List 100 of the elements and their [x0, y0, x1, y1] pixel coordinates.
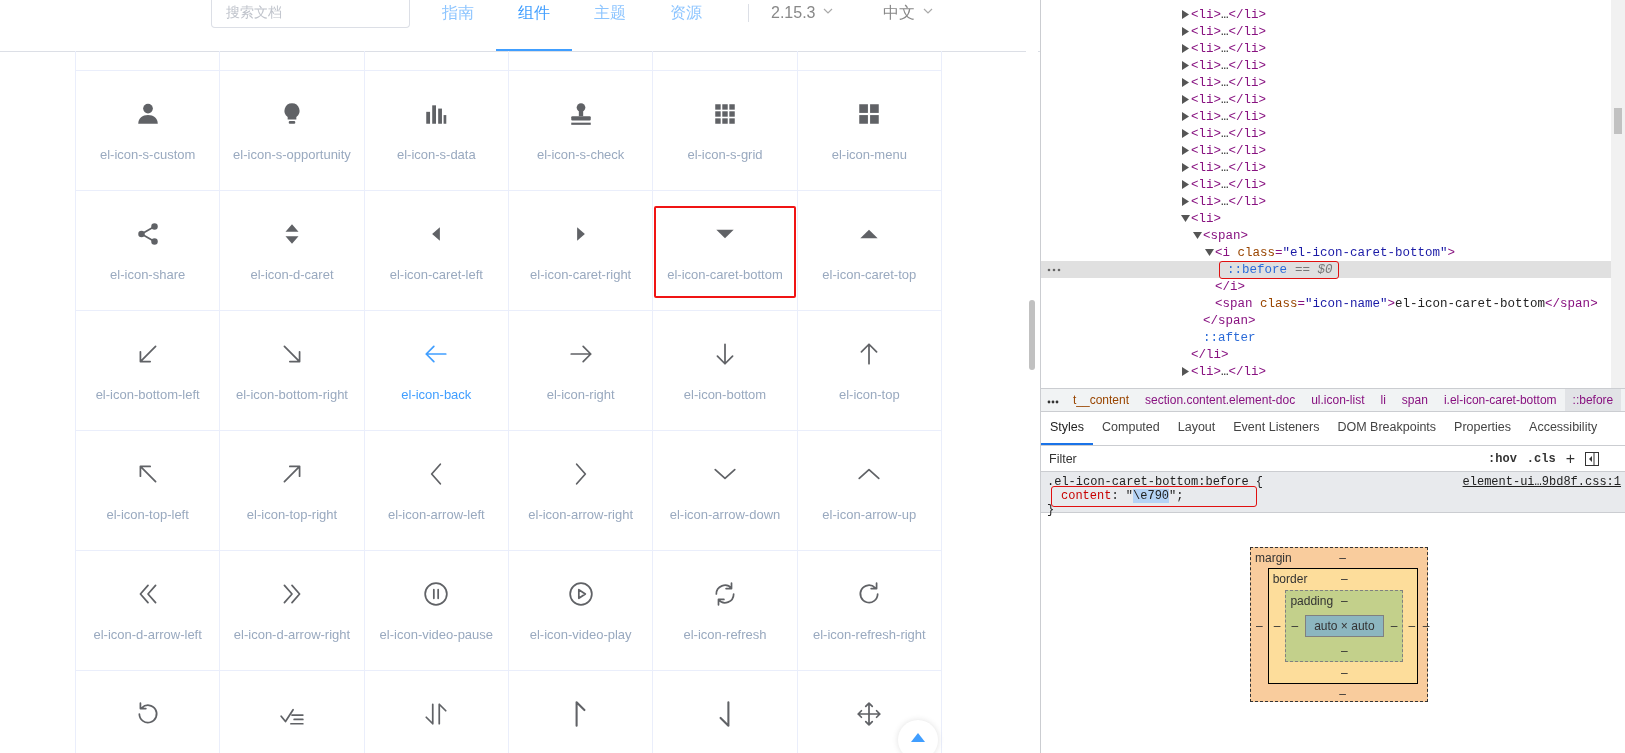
code-line[interactable]: <li>…</li>: [1191, 109, 1267, 124]
breadcrumb[interactable]: i.el-icon-caret-bottom: [1435, 389, 1565, 411]
search-field[interactable]: 搜索文档: [211, 0, 410, 28]
expand-arrow-icon[interactable]: [1181, 27, 1189, 36]
expand-arrow-icon[interactable]: [1181, 180, 1189, 189]
code-line[interactable]: <li>…</li>: [1191, 160, 1267, 175]
icon-name: el-icon-bottom: [683, 387, 767, 402]
collapse-arrow-icon[interactable]: [1204, 249, 1214, 256]
chevron-down-icon: [823, 8, 834, 14]
source-link[interactable]: element-ui…9bd8f.css:1: [1462, 475, 1621, 489]
collapse-arrow-icon[interactable]: [1180, 215, 1190, 222]
code-line[interactable]: <li>…</li>: [1191, 58, 1267, 73]
icon-name: el-icon-s-grid: [687, 147, 763, 162]
panel-tab[interactable]: Properties: [1445, 412, 1521, 445]
expand-arrow-icon[interactable]: [1181, 44, 1189, 53]
box-value: –: [1339, 687, 1347, 701]
breadcrumb[interactable]: span: [1393, 389, 1436, 411]
icon-name: el-icon-s-custom: [100, 147, 196, 162]
toolbar-button[interactable]: +: [1565, 449, 1575, 468]
code-line[interactable]: ::before: [1227, 262, 1287, 277]
css-selector: .el-icon-caret-bottom:before {: [1047, 475, 1264, 489]
caret-up-icon: [911, 733, 925, 742]
code-line[interactable]: <i class="el-icon-caret-bottom">: [1215, 245, 1456, 260]
code-line[interactable]: <li>…</li>: [1191, 177, 1267, 192]
box-label: margin: [1255, 550, 1292, 567]
breadcrumb[interactable]: ul.icon-list: [1303, 389, 1373, 411]
back-to-top-button[interactable]: [898, 720, 938, 753]
content-size: auto × auto: [1305, 615, 1384, 637]
expand-arrow-icon[interactable]: [1181, 78, 1189, 87]
code-line[interactable]: <li>…</li>: [1191, 7, 1267, 22]
expand-arrow-icon[interactable]: [1181, 129, 1189, 138]
toolbar-button[interactable]: .cls: [1526, 451, 1556, 466]
icon-name: el-icon-d-caret: [250, 267, 334, 282]
play-icon: [567, 581, 594, 607]
expand-arrow-icon[interactable]: [1181, 10, 1189, 19]
panel-tab[interactable]: Accessibility: [1520, 412, 1607, 445]
code-line[interactable]: </li>: [1191, 347, 1229, 362]
toolbar-button[interactable]: :hov: [1488, 451, 1517, 466]
box-value: –: [1341, 644, 1348, 658]
box-value: –: [1407, 619, 1417, 633]
code-line[interactable]: <li>: [1191, 211, 1222, 226]
breadcrumb[interactable]: section.content.element-doc: [1137, 389, 1304, 411]
chevron-down-icon: [923, 8, 934, 14]
sidebar-toggle-icon[interactable]: [1585, 451, 1599, 466]
code-line[interactable]: <li>…</li>: [1191, 24, 1267, 39]
expand-arrow-icon[interactable]: [1181, 367, 1189, 376]
code-line[interactable]: </i>: [1215, 279, 1246, 294]
grid-icon: [712, 101, 738, 127]
breadcrumb[interactable]: li: [1372, 389, 1394, 411]
icon-name: el-icon-arrow-left: [387, 507, 485, 522]
panel-tab[interactable]: Computed: [1093, 412, 1169, 445]
css-declaration[interactable]: content: "\e790";: [1061, 489, 1184, 503]
code-line[interactable]: <li>…</li>: [1191, 41, 1267, 56]
code-line[interactable]: <span class="icon-name">el-icon-caret-bottom</span>: [1215, 296, 1598, 311]
code-line[interactable]: <li>…</li>: [1191, 75, 1267, 90]
icon-name: el-icon-s-check: [536, 147, 625, 162]
collapse-arrow-icon[interactable]: [1192, 232, 1202, 239]
box-value: –: [1339, 551, 1347, 565]
icon-name: el-icon-video-play: [529, 627, 632, 642]
box-value: –: [1389, 619, 1399, 633]
code-line[interactable]: <li>…</li>: [1191, 126, 1267, 141]
sort-icon: [423, 701, 450, 727]
code-line[interactable]: </span>: [1203, 313, 1256, 328]
icon-name: el-icon-s-data: [396, 147, 476, 162]
icon-name: el-icon-top: [838, 387, 900, 402]
icon-name: el-icon-refresh: [683, 627, 767, 642]
code-line[interactable]: <span>: [1203, 228, 1249, 243]
expand-arrow-icon[interactable]: [1181, 163, 1189, 172]
code-line[interactable]: <li>…</li>: [1191, 194, 1267, 209]
icon-name: el-icon-caret-bottom: [667, 267, 783, 282]
code-line[interactable]: <li>…</li>: [1191, 92, 1267, 107]
panel-tab[interactable]: Event Listeners: [1224, 412, 1329, 445]
breadcrumb[interactable]: t__content: [1065, 389, 1138, 411]
icon-name: el-icon-menu: [831, 147, 907, 162]
code-line[interactable]: <li>…</li>: [1191, 364, 1267, 379]
icon-name: el-icon-bottom-left: [95, 387, 200, 402]
icon-name: el-icon-video-pause: [379, 627, 494, 642]
breadcrumb[interactable]: ::before: [1564, 389, 1622, 411]
expand-arrow-icon[interactable]: [1181, 95, 1189, 104]
icon-name: el-icon-arrow-right: [528, 507, 634, 522]
box-value: –: [1341, 594, 1348, 608]
panel-tab[interactable]: Styles: [1041, 412, 1094, 445]
expand-arrow-icon[interactable]: [1181, 112, 1189, 121]
version-dropdown[interactable]: 2.15.3: [771, 0, 834, 24]
box-value: –: [1272, 619, 1282, 633]
code-line[interactable]: <li>…</li>: [1191, 143, 1267, 158]
panel-tab[interactable]: Layout: [1168, 412, 1225, 445]
language-dropdown[interactable]: 中文: [883, 0, 934, 24]
more-icon[interactable]: [1047, 400, 1059, 404]
icon-name: el-icon-bottom-right: [236, 387, 348, 402]
scrollbar[interactable]: [1611, 0, 1625, 388]
move-icon: [856, 701, 883, 727]
icon-name: el-icon-caret-left: [389, 267, 483, 282]
expand-arrow-icon[interactable]: [1181, 197, 1189, 206]
icon-name: el-icon-arrow-down: [669, 507, 781, 522]
icon-name: el-icon-refresh-right: [812, 627, 926, 642]
expand-arrow-icon[interactable]: [1181, 146, 1189, 155]
expand-arrow-icon[interactable]: [1181, 61, 1189, 70]
code-line[interactable]: ::after: [1203, 330, 1256, 345]
panel-tab[interactable]: DOM Breakpoints: [1328, 412, 1446, 445]
